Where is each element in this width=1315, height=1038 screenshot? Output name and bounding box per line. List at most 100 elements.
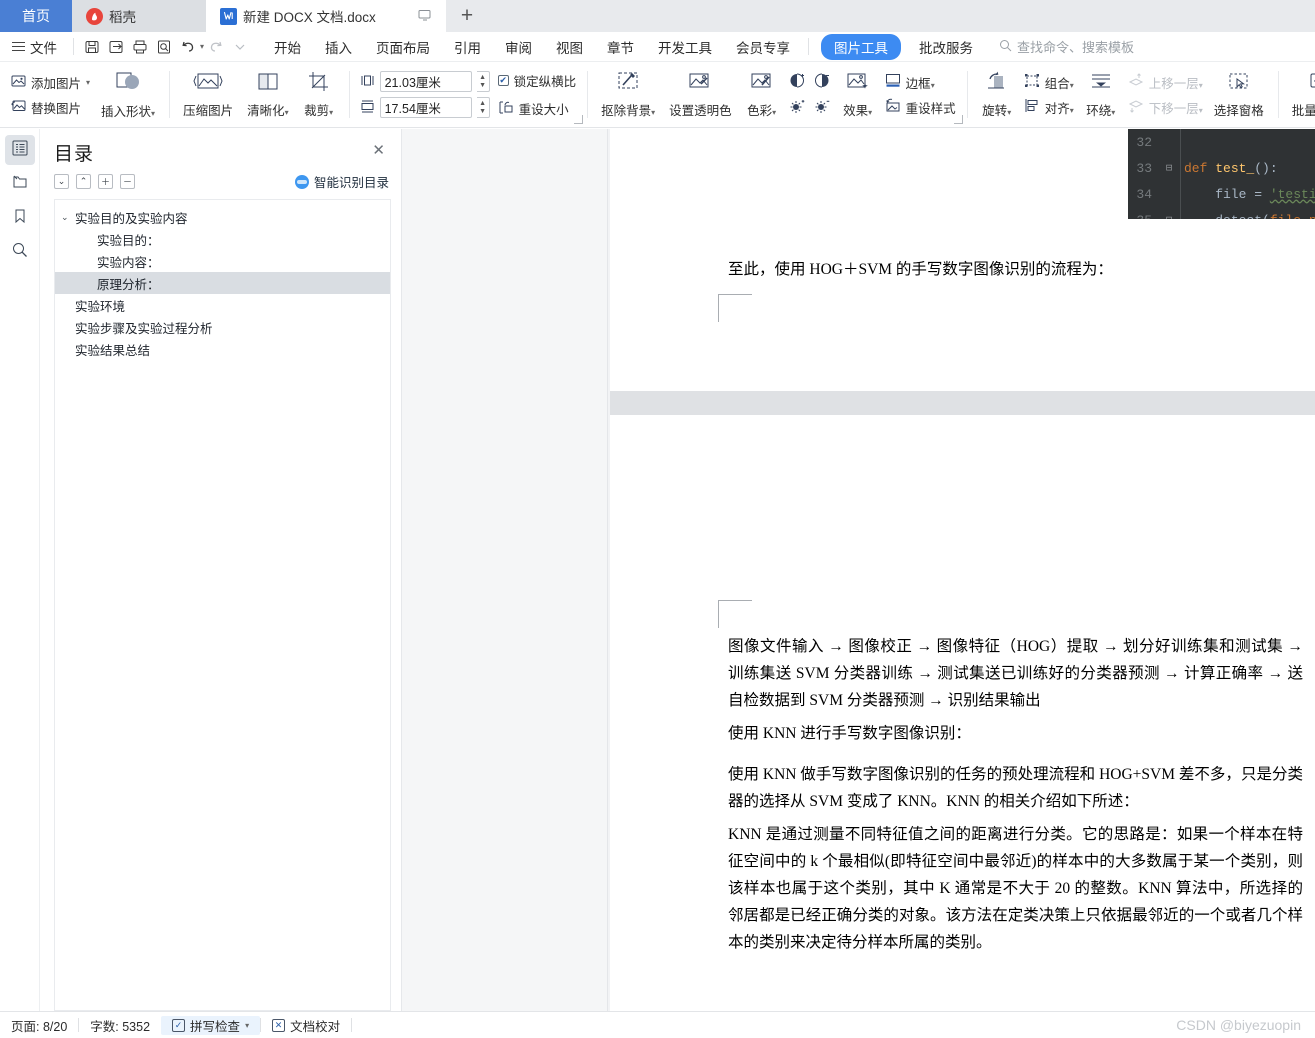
chevron-down-icon[interactable]: ▾ (86, 78, 90, 87)
page-title: 目录 (54, 144, 95, 165)
fold-marker[interactable]: ⊟ (1158, 213, 1180, 219)
width-stepper[interactable]: ▲ ▼ (476, 71, 490, 92)
toc-item-0[interactable]: ⌄ 实验目的及实验内容 (55, 206, 390, 228)
set-transparent-color-button[interactable]: 设置透明色 (662, 69, 739, 121)
remove-background-button[interactable]: 抠除背景▾ (594, 69, 662, 121)
spellcheck-button[interactable]: ✓ 拼写检查 ▾ (161, 1015, 261, 1035)
border-button[interactable]: 边框▾ (885, 73, 956, 92)
tab-section[interactable]: 章节 (595, 34, 646, 60)
tab-document[interactable]: 新建 DOCX 文档.docx (206, 0, 446, 32)
tab-member[interactable]: 会员专享 (724, 34, 802, 60)
collapse-all-button[interactable]: － (120, 174, 135, 189)
lock-aspect-ratio-checkbox[interactable]: ✔ 锁定纵横比 (497, 71, 576, 90)
ribbon-group-picture-style: 抠除背景▾ 设置透明色 色彩▾ 效果▾ 边框▾ 重设样式 (587, 62, 967, 127)
tab-references[interactable]: 引用 (442, 34, 493, 60)
save-as-icon[interactable] (104, 35, 128, 59)
picture-style-dialog-launcher-icon[interactable] (953, 115, 963, 124)
height-stepper[interactable]: ▲ ▼ (476, 97, 490, 118)
expand-next-level-button[interactable]: ⌄ (54, 174, 69, 189)
brightness-down-icon[interactable] (812, 96, 833, 119)
selection-pane-button[interactable]: 选择窗格 (1207, 69, 1271, 121)
rail-outline[interactable] (4, 135, 35, 165)
batch-process-button[interactable]: 批量处理▾ (1285, 69, 1315, 121)
toc-item-1[interactable]: 实验目的： (55, 228, 390, 250)
toc-item-5[interactable]: 实验步骤及实验过程分析 (55, 316, 390, 338)
toc-item-6[interactable]: 实验结果总结 (55, 338, 390, 360)
rail-bookmarks[interactable] (5, 203, 35, 233)
wrap-text-button[interactable]: 环绕▾ (1078, 69, 1124, 121)
smart-recognize-toc-button[interactable]: 智能识别目录 (294, 172, 389, 191)
sharpen-button[interactable]: 清晰化▾ (240, 69, 296, 121)
smart-toc-icon (294, 174, 309, 189)
save-icon[interactable] (80, 35, 104, 59)
tab-docer[interactable]: 稻壳 (72, 0, 206, 32)
tab-picture-tools[interactable]: 图片工具 (821, 33, 902, 60)
reset-style-button[interactable]: 重设样式 (885, 98, 956, 117)
file-menu-button[interactable]: 文件 (0, 37, 67, 57)
color-icon (749, 71, 775, 96)
wrap-text-label: 环绕▾ (1086, 103, 1116, 118)
print-icon[interactable] (128, 35, 152, 59)
reset-style-icon (885, 98, 901, 116)
tab-start[interactable]: 开始 (262, 34, 313, 60)
align-button[interactable]: 对齐▾ (1024, 98, 1074, 117)
tab-review[interactable]: 审阅 (493, 34, 544, 60)
size-dialog-launcher-icon[interactable] (574, 115, 584, 124)
chevron-down-icon[interactable]: ⌄ (61, 212, 75, 223)
rail-chapters[interactable] (5, 169, 35, 199)
document-page-1: 32 33 ⊟ def test_(): 34 file = 'testimg' 3… (610, 129, 1315, 391)
close-icon[interactable]: ✕ (368, 139, 389, 161)
crop-button[interactable]: 裁剪▾ (296, 69, 342, 121)
command-search[interactable]: 查找命令、搜索模板 (999, 37, 1134, 56)
line-number: 32 (1136, 134, 1152, 150)
tab-correction-service[interactable]: 批改服务 (907, 34, 985, 60)
effects-button[interactable]: 效果▾ (835, 69, 881, 121)
paragraph-p5: KNN 是通过测量不同特征值之间的距离进行分类。它的思路是：如果一个样本在特征空… (728, 826, 1303, 951)
contrast-down-icon[interactable] (812, 71, 833, 94)
remove-background-label: 抠除背景▾ (601, 103, 656, 118)
restore-window-icon[interactable] (392, 9, 432, 24)
effects-icon (845, 71, 871, 96)
toc-item-label: 实验目的及实验内容 (75, 211, 188, 226)
fold-marker[interactable]: ⊟ (1158, 161, 1180, 175)
color-button[interactable]: 色彩▾ (739, 69, 785, 121)
chevron-down-icon[interactable]: ▾ (245, 1021, 249, 1030)
tab-home[interactable]: 首页 (0, 0, 72, 32)
image-height-input[interactable]: 17.54厘米 (379, 97, 472, 118)
toc-item-label: 实验环境 (75, 299, 126, 314)
new-tab-button[interactable]: + (446, 0, 488, 32)
reset-size-button[interactable]: 重设大小 (498, 99, 577, 118)
image-width-input[interactable]: 21.03厘米 (379, 71, 472, 92)
proofread-button[interactable]: ✕ 文档校对 (261, 1016, 351, 1035)
compress-image-button[interactable]: 压缩图片 (176, 69, 240, 121)
customize-qat-icon[interactable] (228, 35, 252, 59)
line-number: 35 (1128, 213, 1158, 220)
redo-icon (204, 35, 228, 59)
group-button[interactable]: 组合▾ (1024, 73, 1074, 92)
toc-item-2[interactable]: 实验内容： (55, 250, 390, 272)
print-preview-icon[interactable] (152, 35, 176, 59)
code-line: 33 ⊟ def test_(): (1128, 155, 1315, 181)
brightness-up-icon[interactable] (787, 96, 808, 119)
tab-developer[interactable]: 开发工具 (646, 34, 724, 60)
word-count[interactable]: 字数: 5352 (79, 1016, 161, 1035)
toc-item-3[interactable]: 原理分析： (55, 272, 390, 294)
expand-all-button[interactable]: ＋ (98, 174, 113, 189)
contrast-up-icon[interactable] (787, 71, 808, 94)
collapse-level-button[interactable]: ⌃ (76, 174, 91, 189)
tab-insert[interactable]: 插入 (313, 34, 364, 60)
code-block: 32 33 ⊟ def test_(): 34 file = 'testimg' 3… (1128, 129, 1315, 219)
bring-forward-label: 上移一层▾ (1148, 76, 1203, 91)
page-indicator[interactable]: 页面: 8/20 (0, 1016, 78, 1035)
tab-page-layout[interactable]: 页面布局 (364, 34, 442, 60)
document-canvas[interactable]: 32 33 ⊟ def test_(): 34 file = 'testimg' 3… (402, 129, 1315, 1011)
rail-search[interactable] (5, 237, 35, 267)
replace-image-button[interactable]: 替换图片 (11, 98, 90, 117)
tab-view[interactable]: 视图 (544, 34, 595, 60)
rotate-button[interactable]: 旋转▾ (974, 69, 1020, 121)
insert-shape-icon (114, 70, 142, 97)
undo-icon[interactable] (176, 35, 200, 59)
insert-shape-button[interactable]: 插入形状▾ (94, 68, 162, 122)
toc-item-4[interactable]: 实验环境 (55, 294, 390, 316)
add-image-button[interactable]: 添加图片 ▾ (11, 73, 90, 92)
